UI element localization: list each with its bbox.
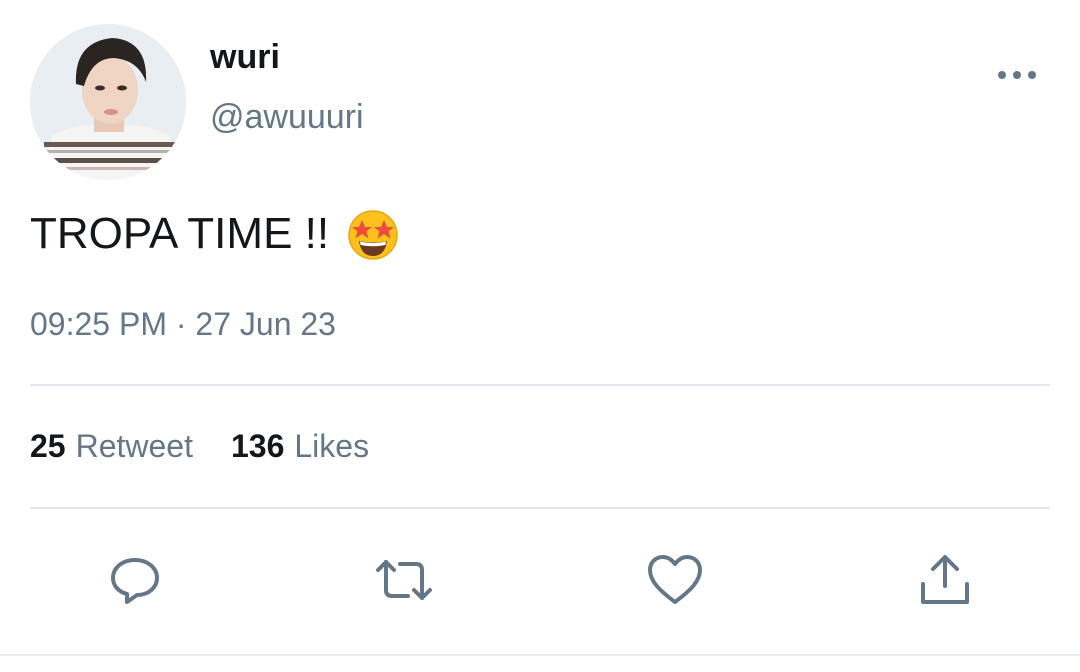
tweet-timestamp[interactable]: 09:25 PM · 27 Jun 23	[30, 306, 336, 343]
profile-photo-icon	[30, 24, 186, 180]
retweets-stat[interactable]: 25 Retweet	[30, 428, 193, 465]
reply-button[interactable]	[103, 548, 167, 612]
more-dots-icon	[1013, 71, 1021, 79]
more-dots-icon	[1028, 71, 1036, 79]
divider	[30, 384, 1050, 386]
display-name[interactable]: wuri	[210, 38, 280, 77]
likes-stat[interactable]: 136 Likes	[231, 428, 369, 465]
bottom-divider	[0, 654, 1080, 656]
likes-count: 136	[230, 428, 285, 464]
comment-bubble-icon	[111, 558, 159, 604]
likes-label: Likes	[294, 428, 370, 464]
retweet-button[interactable]	[372, 548, 436, 612]
retweets-label: Retweet	[75, 428, 193, 464]
tweet-stats: 25 Retweet 136 Likes	[30, 428, 369, 465]
user-handle[interactable]: @awuuuri	[210, 98, 364, 137]
tweet-text-content: TROPA TIME !!	[30, 209, 330, 258]
more-options-button[interactable]	[994, 60, 1040, 90]
heart-icon	[648, 555, 702, 604]
share-upload-icon	[921, 555, 969, 604]
tweet-text: TROPA TIME !!	[30, 206, 401, 262]
tweet-card: wuri @awuuuri TROPA TIME !! 09:25 PM · 2…	[0, 0, 1080, 672]
retweets-count: 25	[30, 428, 66, 464]
like-button[interactable]	[643, 548, 707, 612]
avatar[interactable]	[30, 24, 186, 180]
divider	[30, 507, 1050, 509]
share-button[interactable]	[913, 548, 977, 612]
retweet-arrows-icon	[376, 560, 432, 600]
more-dots-icon	[998, 71, 1006, 79]
star-struck-emoji-icon	[348, 210, 398, 260]
